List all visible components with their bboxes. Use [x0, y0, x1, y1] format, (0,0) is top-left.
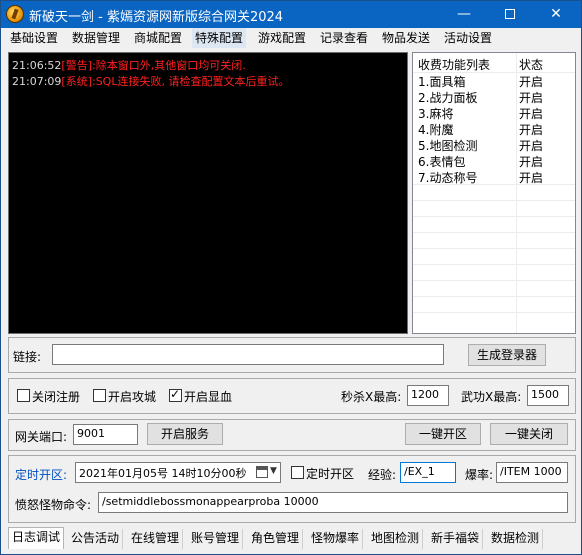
tab-character-management[interactable]: 角色管理	[248, 529, 304, 549]
second-kill-max-input[interactable]: 1200	[407, 385, 449, 406]
menu-item-send[interactable]: 物品发送	[379, 28, 433, 48]
one-click-close-button[interactable]: 一键关闭	[490, 423, 568, 445]
tab-account-management[interactable]: 账号管理	[188, 529, 244, 549]
close-button[interactable]: ✕	[533, 1, 579, 28]
list-item[interactable]: 1.面具箱 开启	[413, 72, 575, 89]
maximize-button[interactable]	[487, 1, 533, 28]
list-item[interactable]: 6.表情包 开启	[413, 152, 575, 169]
tab-newbie-bag[interactable]: 新手福袋	[428, 529, 484, 549]
row-divider	[413, 200, 575, 201]
bottom-tab-bar: 日志调试 公告活动 在线管理 账号管理 角色管理 怪物爆率 地图检测 新手福袋 …	[8, 527, 576, 549]
window-title: 新破天一剑 - 紫嫣资源网新版综合网关2024	[29, 10, 284, 25]
datetime-value: 2021年01月05号 14时10分00秒	[79, 467, 247, 480]
row-divider	[413, 264, 575, 265]
maximize-icon	[505, 9, 515, 19]
drop-rate-label: 爆率:	[465, 468, 494, 482]
feature-list[interactable]: 收费功能列表 状态 1.面具箱 开启 2.战力面板 开启 3.麻将 开启 4.附…	[412, 52, 576, 334]
exp-label: 经验:	[368, 468, 397, 482]
open-siege-label[interactable]: 开启攻城	[108, 388, 156, 405]
menu-game-config[interactable]: 游戏配置	[255, 28, 309, 48]
close-register-checkbox[interactable]	[17, 389, 30, 402]
tab-announcements[interactable]: 公告活动	[68, 529, 124, 549]
chevron-down-icon[interactable]: ▼	[270, 466, 277, 476]
tab-log-debug[interactable]: 日志调试	[8, 527, 65, 549]
menu-special-config[interactable]: 特殊配置	[192, 28, 247, 48]
gateway-group: 网关端口: 9001 开启服务 一键开区 一键关闭	[8, 419, 576, 451]
menu-mall-config[interactable]: 商城配置	[131, 28, 185, 48]
feature-list-header-status[interactable]: 状态	[519, 56, 543, 73]
list-item[interactable]: 2.战力面板 开启	[413, 88, 575, 105]
open-siege-checkbox[interactable]	[93, 389, 106, 402]
calendar-icon[interactable]	[256, 466, 268, 478]
exp-input[interactable]: /EX_1	[400, 462, 456, 483]
tab-online-management[interactable]: 在线管理	[128, 529, 184, 549]
tab-map-detection[interactable]: 地图检测	[368, 529, 424, 549]
list-item[interactable]: 7.动态称号 开启	[413, 168, 575, 185]
log-line: 21:06:52[警告]:除本窗口外,其他窗口均可关闭.	[12, 57, 246, 73]
log-timestamp: 21:06:52	[12, 59, 62, 72]
log-timestamp: 21:07:09	[12, 75, 62, 88]
close-icon: ✕	[550, 6, 562, 22]
rage-monster-command-label: 愤怒怪物命令:	[15, 498, 92, 512]
link-label: 链接:	[13, 350, 42, 364]
row-divider	[413, 248, 575, 249]
menu-data-management[interactable]: 数据管理	[69, 28, 123, 48]
tab-monster-drop-rate[interactable]: 怪物爆率	[308, 529, 364, 549]
row-divider	[413, 216, 575, 217]
martial-max-label: 武功X最高:	[461, 390, 522, 404]
martial-max-input[interactable]: 1500	[527, 385, 569, 406]
feature-list-header-name[interactable]: 收费功能列表	[418, 56, 490, 73]
minimize-button[interactable]: —	[441, 1, 487, 28]
minimize-icon: —	[457, 6, 471, 22]
close-register-label[interactable]: 关闭注册	[32, 388, 80, 405]
list-item[interactable]: 4.附魔 开启	[413, 120, 575, 137]
menu-basic-settings[interactable]: 基础设置	[7, 28, 61, 48]
menu-records[interactable]: 记录查看	[317, 28, 371, 48]
row-divider	[413, 280, 575, 281]
log-message: [警告]:除本窗口外,其他窗口均可关闭.	[61, 59, 246, 72]
datetime-picker[interactable]: 2021年01月05号 14时10分00秒 ▼	[75, 462, 281, 483]
open-display-label[interactable]: 开启显血	[184, 388, 232, 405]
link-group: 链接: 生成登录器	[8, 337, 576, 373]
second-kill-max-label: 秒杀X最高:	[341, 390, 402, 404]
gateway-port-label: 网关端口:	[15, 430, 68, 444]
gateway-port-input[interactable]: 9001	[73, 424, 138, 445]
start-service-button[interactable]: 开启服务	[147, 423, 223, 445]
tab-data-detection[interactable]: 数据检测	[488, 529, 544, 549]
list-item[interactable]: 5.地图检测 开启	[413, 136, 575, 153]
log-message: [系统]:SQL连接失败, 请检查配置文本后重试。	[61, 75, 290, 88]
schedule-group: 定时开区: 2021年01月05号 14时10分00秒 ▼ 定时开区 经验: /…	[8, 455, 576, 523]
open-display-checkbox[interactable]	[169, 387, 182, 402]
options-group: 关闭注册 开启攻城 开启显血 秒杀X最高: 1200 武功X最高: 1500	[8, 378, 576, 414]
title-bar[interactable]: 新破天一剑 - 紫嫣资源网新版综合网关2024 — ✕	[1, 1, 581, 28]
timed-open-label: 定时开区:	[15, 468, 68, 482]
one-click-open-button[interactable]: 一键开区	[405, 423, 481, 445]
row-divider	[413, 232, 575, 233]
timed-open-checkbox-label[interactable]: 定时开区	[306, 465, 354, 482]
generate-launcher-button[interactable]: 生成登录器	[468, 344, 546, 366]
row-divider	[413, 296, 575, 297]
menu-bar: 基础设置 数据管理 商城配置 特殊配置 游戏配置 记录查看 物品发送 活动设置	[1, 28, 581, 48]
timed-open-checkbox[interactable]	[291, 466, 304, 479]
row-divider	[413, 312, 575, 313]
app-sword-icon	[6, 5, 24, 23]
drop-rate-input[interactable]: /ITEM 1000	[496, 462, 568, 483]
menu-event-settings[interactable]: 活动设置	[441, 28, 495, 48]
log-line: 21:07:09[系统]:SQL连接失败, 请检查配置文本后重试。	[12, 73, 289, 89]
main-window: 新破天一剑 - 紫嫣资源网新版综合网关2024 — ✕ 基础设置 数据管理 商城…	[0, 0, 582, 555]
link-input[interactable]	[52, 344, 444, 365]
log-console[interactable]: 21:06:52[警告]:除本窗口外,其他窗口均可关闭. 21:07:09[系统…	[8, 52, 408, 334]
row-divider	[413, 184, 575, 185]
list-item[interactable]: 3.麻将 开启	[413, 104, 575, 121]
rage-monster-command-input[interactable]: /setmiddlebossmonappearproba 10000	[98, 492, 568, 513]
